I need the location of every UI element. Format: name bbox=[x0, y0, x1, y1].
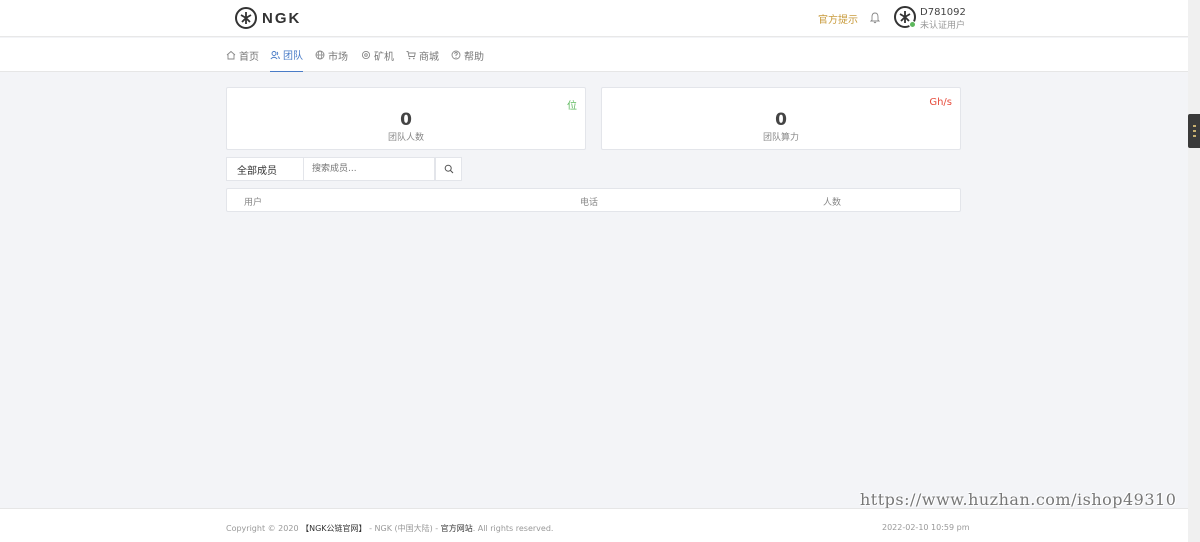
cart-icon bbox=[406, 51, 416, 60]
top-header: NGK 官方提示 D781092 未认证用户 bbox=[0, 0, 1188, 37]
nav-label: 市场 bbox=[328, 51, 348, 63]
members-table-header: 用户 电话 人数 bbox=[226, 188, 961, 212]
online-status-dot bbox=[909, 21, 916, 28]
nav-item-home[interactable]: 首页 bbox=[226, 38, 259, 72]
handle-dot bbox=[1192, 125, 1196, 127]
nav-item-team[interactable]: 团队 bbox=[270, 38, 303, 72]
nav-item-help[interactable]: 帮助 bbox=[451, 38, 484, 72]
member-search-bar: 全部成员 bbox=[226, 157, 462, 181]
page-footer: Copyright © 2020 【NGK公链官网】 - NGK (中国大陆) … bbox=[0, 508, 1188, 542]
user-verification-status: 未认证用户 bbox=[920, 21, 966, 31]
logo-mark-icon bbox=[235, 7, 257, 29]
globe-icon bbox=[315, 50, 325, 60]
nav-label: 矿机 bbox=[374, 51, 394, 63]
team-members-count: 0 bbox=[400, 110, 412, 130]
main-nav: 首页 团队 市场 矿机 商城 帮助 bbox=[0, 38, 1188, 72]
bell-icon[interactable] bbox=[870, 12, 880, 24]
card-unit: Gh/s bbox=[929, 97, 952, 108]
member-search-input[interactable] bbox=[304, 157, 435, 181]
nav-label: 商城 bbox=[419, 51, 439, 63]
search-button[interactable] bbox=[435, 157, 462, 181]
footer-datetime: 2022-02-10 10:59 pm bbox=[882, 523, 970, 532]
nav-label: 团队 bbox=[283, 51, 303, 62]
search-icon bbox=[444, 164, 453, 174]
footer-brand-link[interactable]: 【NGK公链官网】 bbox=[301, 524, 366, 533]
copyright-prefix: Copyright © 2020 bbox=[226, 524, 299, 533]
column-header-user: 用户 bbox=[244, 198, 263, 208]
card-label: 团队人数 bbox=[387, 133, 424, 143]
footer-suffix: . All rights reserved. bbox=[472, 524, 554, 533]
column-header-count: 人数 bbox=[823, 198, 842, 208]
footer-middle: - NGK (中国大陆) - bbox=[366, 524, 441, 533]
footer-site-link[interactable]: 官方网站 bbox=[441, 524, 473, 533]
official-notice-link[interactable]: 官方提示 bbox=[818, 11, 858, 26]
column-header-phone: 电话 bbox=[580, 198, 599, 208]
nav-item-market[interactable]: 市场 bbox=[315, 38, 348, 72]
member-filter-dropdown[interactable]: 全部成员 bbox=[226, 157, 304, 181]
handle-dot bbox=[1192, 135, 1196, 137]
team-hashrate-value: 0 bbox=[775, 110, 787, 130]
watermark-text: https://www.huzhan.com/ishop49310 bbox=[860, 490, 1177, 509]
nav-item-shop[interactable]: 商城 bbox=[406, 38, 439, 72]
brand-logo[interactable]: NGK bbox=[235, 6, 301, 30]
page-scrollbar[interactable] bbox=[1188, 0, 1200, 542]
user-id[interactable]: D781092 bbox=[920, 7, 966, 18]
home-icon bbox=[226, 50, 236, 60]
side-toolbar-handle[interactable] bbox=[1188, 114, 1200, 148]
footer-copyright: Copyright © 2020 【NGK公链官网】 - NGK (中国大陆) … bbox=[226, 523, 553, 534]
nav-label: 首页 bbox=[239, 51, 259, 63]
users-icon bbox=[270, 50, 280, 59]
gear-icon bbox=[361, 50, 371, 60]
card-label: 团队算力 bbox=[762, 133, 799, 143]
team-hashrate-card: Gh/s 0 团队算力 bbox=[601, 87, 961, 150]
brand-name: NGK bbox=[262, 9, 302, 27]
handle-dot bbox=[1192, 130, 1196, 132]
nav-item-miner[interactable]: 矿机 bbox=[361, 38, 394, 72]
team-members-card: 位 0 团队人数 bbox=[226, 87, 586, 150]
help-icon bbox=[451, 50, 461, 60]
nav-label: 帮助 bbox=[464, 51, 484, 63]
